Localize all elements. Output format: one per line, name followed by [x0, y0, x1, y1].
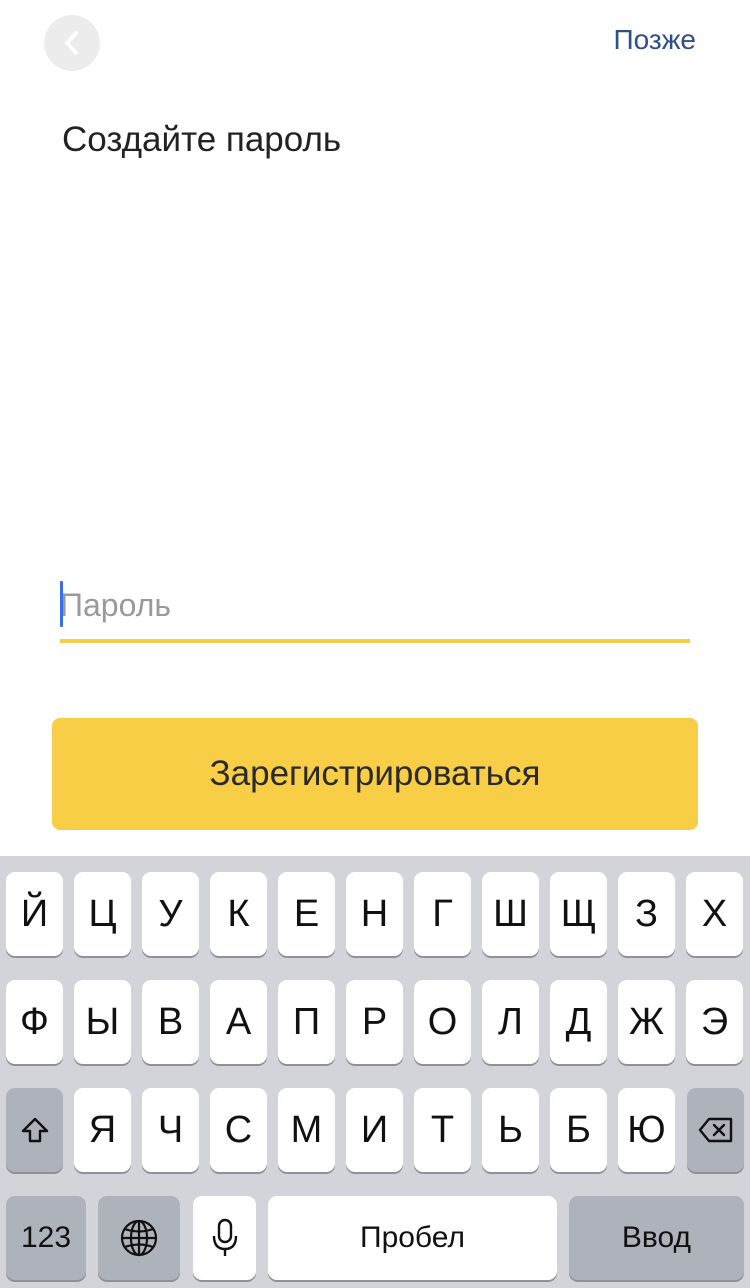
key-letter[interactable]: Е	[278, 872, 335, 956]
key-letter[interactable]: Л	[482, 980, 539, 1064]
key-letter[interactable]: У	[142, 872, 199, 956]
globe-icon	[120, 1219, 158, 1257]
key-letter[interactable]: Ь	[482, 1088, 539, 1172]
password-field-container[interactable]	[60, 575, 690, 643]
key-letter[interactable]: Ю	[618, 1088, 675, 1172]
signup-password-screen: Позже Создайте пароль Зарегистрироваться…	[0, 0, 750, 1288]
key-letter[interactable]: З	[618, 872, 675, 956]
key-letter[interactable]: Я	[74, 1088, 131, 1172]
key-letter[interactable]: М	[278, 1088, 335, 1172]
key-letter[interactable]: И	[346, 1088, 403, 1172]
back-button[interactable]	[44, 15, 100, 71]
key-letter[interactable]: С	[210, 1088, 267, 1172]
chevron-left-icon	[65, 31, 78, 55]
key-letter[interactable]: Б	[550, 1088, 607, 1172]
key-letter[interactable]: Ж	[618, 980, 675, 1064]
key-letter[interactable]: Ч	[142, 1088, 199, 1172]
key-letter[interactable]: Д	[550, 980, 607, 1064]
key-letter[interactable]: П	[278, 980, 335, 1064]
numbers-key[interactable]: 123	[6, 1196, 86, 1280]
keyboard: Й Ц У К Е Н Г Ш Щ З Х Ф Ы В А П Р О Л Д …	[0, 856, 750, 1288]
globe-key[interactable]	[98, 1196, 180, 1280]
key-letter[interactable]: Х	[686, 872, 743, 956]
key-letter[interactable]: Г	[414, 872, 471, 956]
key-letter[interactable]: Ы	[74, 980, 131, 1064]
key-letter[interactable]: Ц	[74, 872, 131, 956]
backspace-key[interactable]	[687, 1088, 744, 1172]
key-letter[interactable]: В	[142, 980, 199, 1064]
key-letter[interactable]: Ш	[482, 872, 539, 956]
return-key[interactable]: Ввод	[569, 1196, 744, 1280]
key-letter[interactable]: Р	[346, 980, 403, 1064]
key-letter[interactable]: Щ	[550, 872, 607, 956]
key-letter[interactable]: Й	[6, 872, 63, 956]
space-key[interactable]: Пробел	[268, 1196, 557, 1280]
register-button[interactable]: Зарегистрироваться	[52, 718, 698, 830]
backspace-icon	[698, 1117, 732, 1143]
key-letter[interactable]: Н	[346, 872, 403, 956]
key-letter[interactable]: А	[210, 980, 267, 1064]
later-link[interactable]: Позже	[613, 24, 696, 56]
text-caret	[60, 581, 63, 627]
microphone-key[interactable]	[193, 1196, 256, 1280]
key-letter[interactable]: О	[414, 980, 471, 1064]
key-letter[interactable]: Т	[414, 1088, 471, 1172]
key-letter[interactable]: Ф	[6, 980, 63, 1064]
shift-arrow-icon	[21, 1117, 48, 1143]
key-letter[interactable]: Э	[686, 980, 743, 1064]
page-title: Создайте пароль	[62, 120, 342, 159]
microphone-icon	[212, 1218, 237, 1256]
shift-key[interactable]	[6, 1088, 63, 1172]
key-letter[interactable]: К	[210, 872, 267, 956]
password-input[interactable]	[60, 575, 690, 635]
